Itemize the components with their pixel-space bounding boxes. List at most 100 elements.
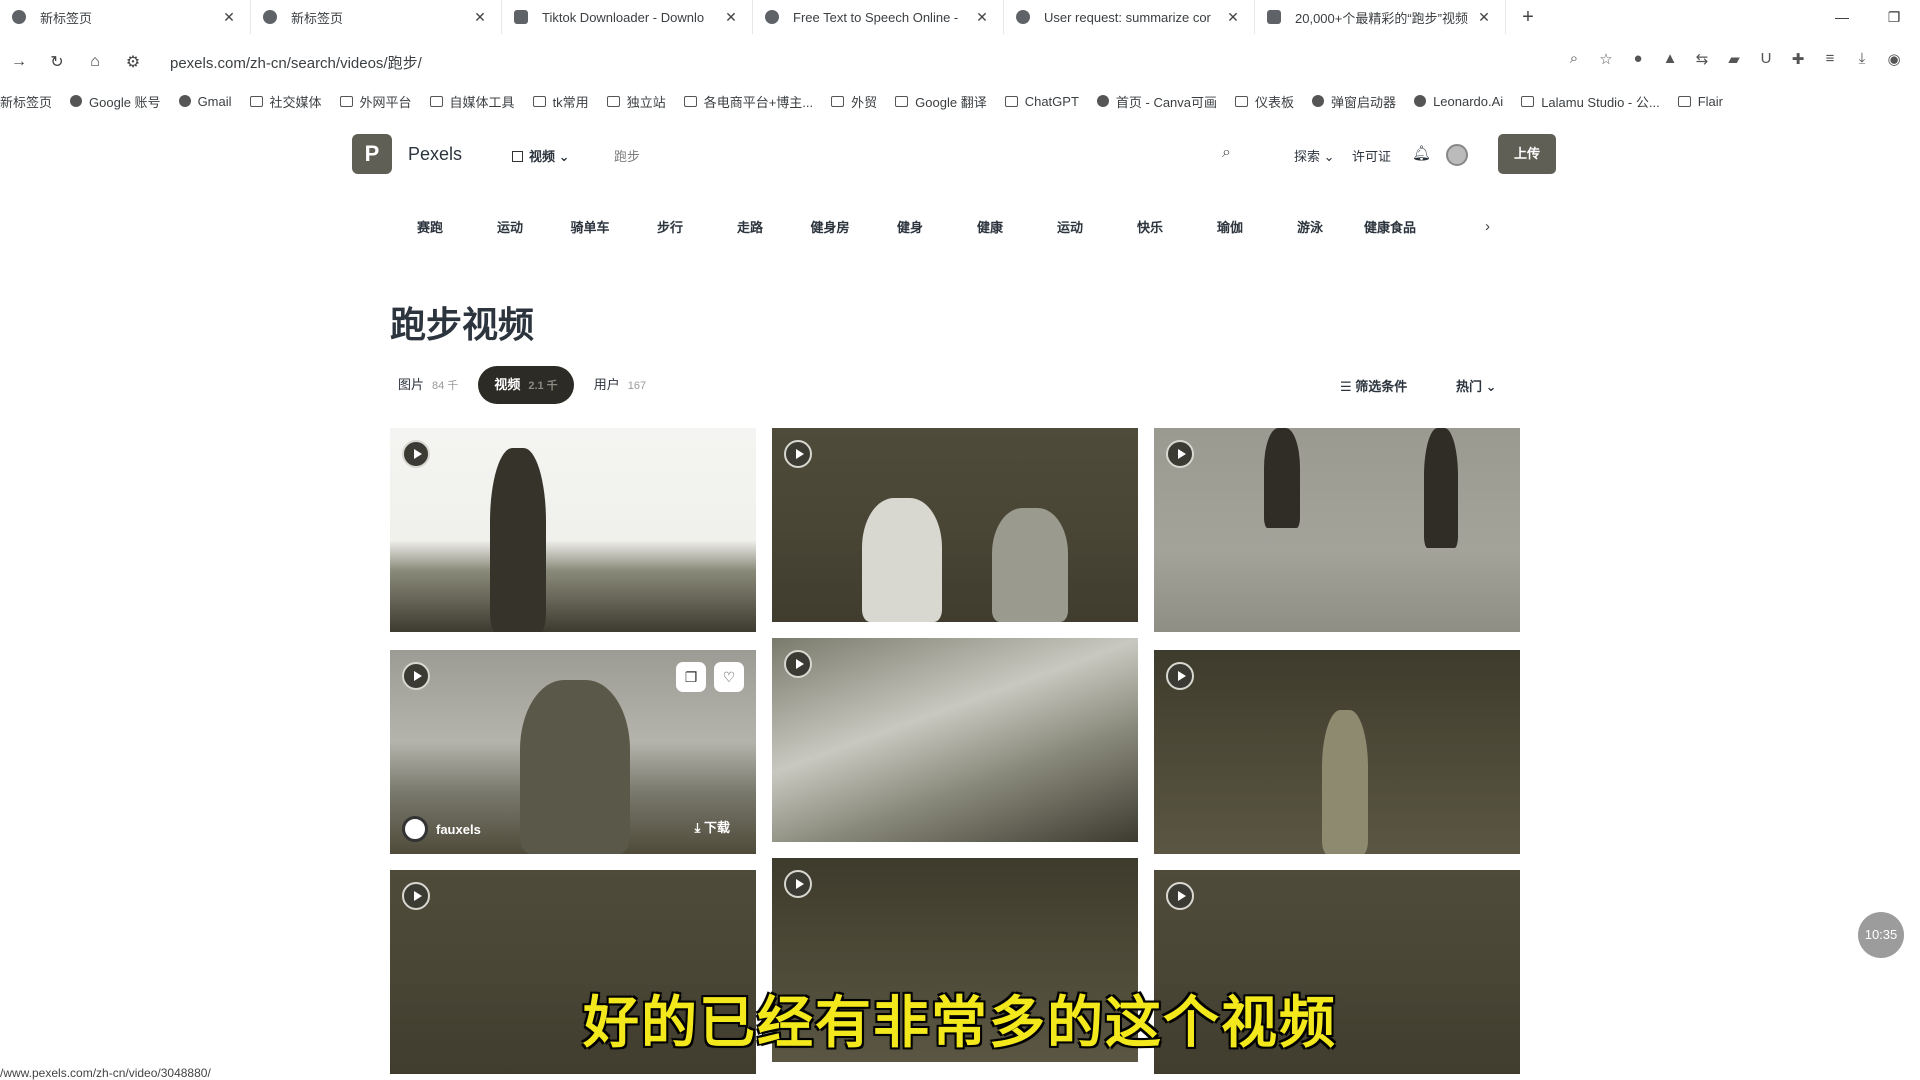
window-controls: — ❐ [1816,0,1920,34]
minimize-icon[interactable]: — [1816,0,1868,34]
video-thumbnail[interactable] [772,638,1138,842]
bookmark-folder[interactable]: 外贸 [831,92,877,111]
bookmark-item[interactable]: Flair [1677,94,1723,109]
collection-icon[interactable]: ❐ [676,662,706,692]
url-field[interactable]: pexels.com/zh-cn/search/videos/跑步/ [170,52,422,73]
media-type-dropdown[interactable]: 视频 ⌄ [512,146,570,165]
bookmark-item[interactable]: 新标签页 [0,92,52,111]
google-icon [70,95,83,107]
close-icon[interactable]: ✕ [471,9,489,26]
video-thumbnail[interactable] [772,428,1138,622]
category-chip[interactable]: 健身房 [790,217,870,236]
reload-icon[interactable]: ↻ [38,52,76,72]
sort-dropdown[interactable]: 热门 ⌄ [1456,376,1497,395]
bookmark-item[interactable]: Leonardo.Ai [1414,94,1503,109]
download-icon[interactable]: ⤓ [1846,50,1878,68]
zoom-icon[interactable]: ⌕ [1558,50,1590,68]
category-chip[interactable]: 健康 [950,217,1030,236]
close-icon[interactable]: ✕ [1224,9,1242,26]
translate-icon[interactable]: ⇆ [1686,50,1718,68]
category-chip[interactable]: 运动 [470,217,550,236]
category-chip[interactable]: 步行 [630,217,710,236]
browser-tab[interactable]: Tiktok Downloader - Downlo ✕ [502,0,753,34]
category-chip[interactable]: 瑜伽 [1190,217,1270,236]
bookmark-folder[interactable]: 社交媒体 [249,92,322,111]
video-thumbnail[interactable] [1154,428,1520,632]
category-chip[interactable]: 骑单车 [550,217,630,236]
bookmark-folder[interactable]: 独立站 [606,92,666,111]
profile-icon[interactable]: ◉ [1878,50,1910,68]
bookmark-item[interactable]: 仪表板 [1235,92,1294,111]
category-chip[interactable]: 健身 [870,217,950,236]
bookmark-star-icon[interactable]: ☆ [1590,50,1622,68]
category-chip[interactable]: 赛跑 [390,217,470,236]
tab-title: Free Text to Speech Online - [793,9,959,25]
video-thumbnail[interactable]: ❐ ♡ fauxels ⤓ 下载 [390,650,756,854]
heart-icon[interactable]: ♡ [714,662,744,692]
search-icon[interactable]: ⌕ [1222,144,1231,162]
category-chip[interactable]: 游泳 [1270,217,1350,236]
tab-photos[interactable]: 图片 84 千 [390,366,466,404]
browser-tab[interactable]: 新标签页 ✕ [251,0,502,34]
bookmark-folder[interactable]: 各电商平台+博主... [683,92,813,111]
pexels-logo[interactable]: P [352,134,392,174]
brand-name[interactable]: Pexels [408,144,462,165]
close-icon[interactable]: ✕ [1475,9,1493,26]
bookmark-item[interactable]: ChatGPT [1004,94,1079,109]
dashboard-icon [1235,95,1249,107]
folder-icon [683,95,697,107]
extension-icon[interactable]: ▰ [1718,50,1750,68]
browser-tab[interactable]: User request: summarize cor ✕ [1004,0,1255,34]
tab-users[interactable]: 用户 167 [586,366,654,404]
avatar[interactable] [1446,144,1468,166]
category-chip[interactable]: 走路 [710,217,790,236]
bell-icon[interactable]: 🔔︎ [1412,144,1431,162]
download-icon: ⤓ [694,820,701,835]
tiktok-downloader-icon [514,10,528,24]
category-chip[interactable]: 快乐 [1110,217,1190,236]
home-icon[interactable]: ⌂ [76,53,114,71]
browser-tab-bar: 新标签页 ✕ 新标签页 ✕ Tiktok Downloader - Downlo… [0,0,1920,34]
browser-tab[interactable]: Free Text to Speech Online - ✕ [753,0,1004,34]
category-chip[interactable]: 运动 [1030,217,1110,236]
puzzle-icon[interactable]: ✚ [1782,50,1814,68]
bookmark-item[interactable]: 弹窗启动器 [1312,92,1396,111]
browser-tab[interactable]: 新标签页 ✕ [0,0,251,34]
close-icon[interactable]: ✕ [722,9,740,26]
license-link[interactable]: 许可证 [1352,146,1391,165]
chevron-right-icon[interactable]: › [1430,218,1490,235]
bookmark-item[interactable]: Google 账号 [70,92,161,111]
download-button[interactable]: ⤓ 下载 [695,817,730,836]
category-chips: 赛跑 运动 骑单车 步行 走路 健身房 健身 健康 运动 快乐 瑜伽 游泳 健康… [390,214,1490,238]
extension-icon[interactable]: U [1750,50,1782,68]
runner-legs [1424,428,1458,548]
bookmark-folder[interactable]: 自媒体工具 [429,92,515,111]
category-chip[interactable]: 健康食品 [1350,217,1430,236]
video-thumbnail[interactable] [1154,650,1520,854]
explore-menu[interactable]: 探索 ⌄ [1294,146,1335,165]
filter-button[interactable]: ☰ 筛选条件 [1340,376,1407,395]
forward-icon[interactable]: → [0,53,38,71]
bookmark-item[interactable]: 首页 - Canva可画 [1096,92,1217,111]
tab-videos[interactable]: 视频 2.1 千 [478,366,574,404]
extension-icon[interactable]: ● [1622,50,1654,68]
bookmark-item[interactable]: Gmail [178,94,232,109]
extension-icon[interactable]: ▲ [1654,50,1686,68]
new-tab-button[interactable]: + [1514,6,1542,29]
video-thumbnail[interactable] [390,428,756,632]
media-icon[interactable]: ≡ [1814,50,1846,68]
close-icon[interactable]: ✕ [220,9,238,26]
bookmark-folder[interactable]: 外网平台 [339,92,412,111]
restore-icon[interactable]: ❐ [1868,0,1920,34]
close-icon[interactable]: ✕ [973,9,991,26]
bookmark-item[interactable]: Google 翻译 [895,92,987,111]
bookmark-item[interactable]: Lalamu Studio - 公... [1521,92,1660,111]
author-link[interactable]: fauxels [402,816,481,842]
play-icon [784,440,812,468]
browser-tab-active[interactable]: 20,000+个最精彩的“跑步”视频 ✕ [1255,0,1506,34]
site-settings-icon[interactable]: ⚙ [114,52,152,72]
bookmark-folder[interactable]: tk常用 [532,92,589,111]
search-input[interactable]: 跑步 [614,146,640,165]
upload-button[interactable]: 上传 [1498,134,1556,174]
play-icon [784,870,812,898]
